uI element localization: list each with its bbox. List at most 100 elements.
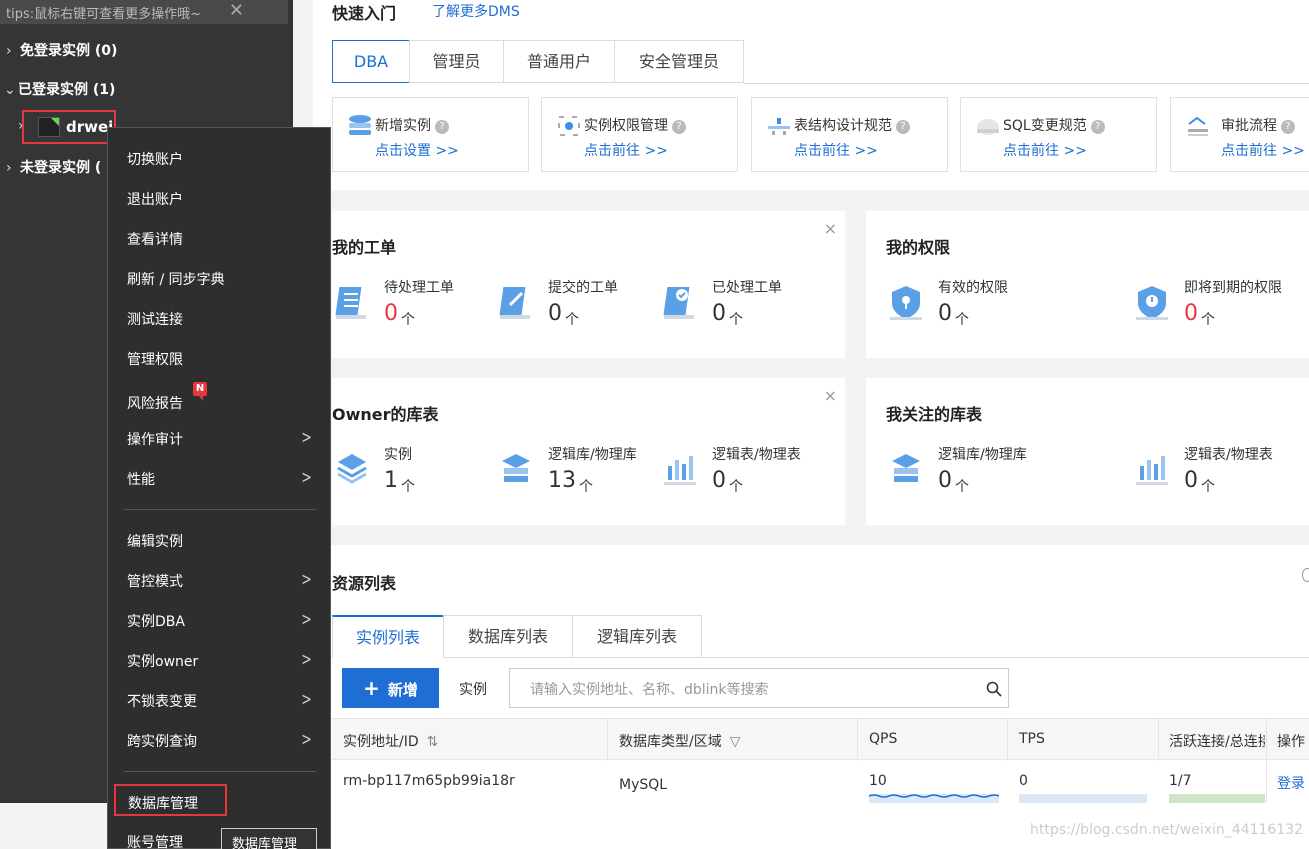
filter-icon[interactable]: ▽	[730, 734, 741, 750]
cell-address[interactable]: rm-bp117m65pb99ia18r	[343, 773, 515, 789]
card-link[interactable]: 点击前往 >>	[794, 140, 878, 160]
card-link[interactable]: 点击前往 >>	[1003, 140, 1087, 160]
panel-title: 我关注的库表	[886, 405, 983, 424]
tab-security-admin[interactable]: 安全管理员	[614, 40, 744, 83]
section-gap	[313, 190, 1309, 211]
stat-value: 1	[384, 468, 398, 493]
stat-pending-tickets[interactable]: 待处理工单 0 个	[332, 277, 492, 347]
menu-item-instance-owner[interactable]: 实例owner	[127, 651, 198, 671]
cell-db-type: MySQL	[619, 777, 668, 793]
menu-item-control-mode[interactable]: 管控模式	[127, 571, 183, 591]
connections-sparkline	[1169, 794, 1265, 803]
approval-icon	[1188, 116, 1208, 136]
help-icon[interactable]: ?	[1090, 120, 1105, 134]
card-link[interactable]: 点击前往 >>	[1221, 140, 1305, 160]
instance-node-drwei[interactable]: drwei	[22, 110, 116, 144]
tips-text: tips:鼠标右键可查看更多操作哦~	[6, 7, 202, 22]
mysql-instance-icon	[38, 117, 60, 137]
tab-logical-db-list[interactable]: 逻辑库列表	[572, 615, 702, 658]
card-approval-flow[interactable]: 审批流程? 点击前往 >>	[1170, 97, 1309, 172]
search-icon[interactable]	[986, 681, 1002, 697]
close-icon[interactable]: ×	[824, 386, 837, 405]
col-db-type[interactable]: 数据库类型/区域 ▽	[619, 731, 741, 751]
instance-search-input[interactable]: 请输入实例地址、名称、dblink等搜索	[509, 668, 1009, 708]
add-instance-button[interactable]: + 新增	[342, 668, 439, 708]
column-divider[interactable]	[857, 719, 858, 761]
menu-item-refresh-sync[interactable]: 刷新 / 同步字典	[127, 269, 225, 289]
card-link[interactable]: 点击设置 >>	[375, 140, 459, 160]
column-divider	[1266, 761, 1267, 803]
menu-item-manage-permissions[interactable]: 管理权限	[127, 349, 183, 369]
card-schema-spec[interactable]: 表结构设计规范? 点击前往 >>	[751, 97, 948, 172]
cell-connections: 1/7	[1169, 773, 1192, 789]
panel-my-permissions: 我的权限 有效的权限 0 个 即将到期的权限 0 个	[866, 211, 1309, 358]
tab-instance-list[interactable]: 实例列表	[332, 615, 444, 658]
stat-submitted-tickets[interactable]: 提交的工单 0 个	[496, 277, 656, 347]
help-icon[interactable]: ?	[896, 120, 910, 134]
tab-normal-user[interactable]: 普通用户	[503, 40, 615, 83]
stat-followed-databases[interactable]: 逻辑库/物理库 0 个	[886, 444, 1046, 514]
card-add-instance[interactable]: 新增实例? 点击设置 >>	[332, 97, 529, 172]
menu-item-cross-instance-query[interactable]: 跨实例查询	[127, 731, 197, 751]
resource-list-title: 资源列表	[332, 574, 397, 593]
help-icon[interactable]: ?	[672, 120, 686, 134]
col-instance-address[interactable]: 实例地址/ID ⇅	[343, 731, 438, 751]
col-tps[interactable]: TPS	[1019, 731, 1045, 747]
column-divider[interactable]	[607, 719, 608, 761]
bar-chart-icon	[664, 456, 696, 485]
filter-type-select[interactable]: 实例	[459, 679, 487, 699]
help-icon[interactable]: ?	[435, 120, 449, 134]
table-header: 实例地址/ID ⇅ 数据库类型/区域 ▽ QPS TPS 活跃连接/总连接 操作	[332, 718, 1309, 761]
panel-my-tickets: 我的工单 × 待处理工单 0 个 提交的工单 0 个 已处理工单 0 个	[332, 211, 845, 358]
card-instance-permission[interactable]: 实例权限管理? 点击前往 >>	[541, 97, 738, 172]
stat-processed-tickets[interactable]: 已处理工单 0 个	[660, 277, 820, 347]
menu-item-operation-audit[interactable]: 操作审计	[127, 429, 183, 449]
help-icon[interactable]: ?	[1281, 120, 1295, 134]
col-qps[interactable]: QPS	[869, 731, 897, 747]
tab-dba[interactable]: DBA	[332, 40, 410, 83]
stat-expiring-permissions[interactable]: 即将到期的权限 0 个	[1132, 277, 1309, 347]
tree-group-nologin[interactable]: › 免登录实例 (0)	[6, 40, 117, 60]
column-divider[interactable]	[1007, 719, 1008, 761]
stat-owner-tables[interactable]: 逻辑表/物理表 0 个	[660, 444, 820, 514]
tree-group-loggedin[interactable]: ⌄ 已登录实例 (1)	[4, 79, 115, 99]
tips-close-icon[interactable]: ✕	[229, 0, 244, 21]
tab-admin[interactable]: 管理员	[409, 40, 504, 83]
stat-followed-tables[interactable]: 逻辑表/物理表 0 个	[1132, 444, 1309, 514]
tab-database-list[interactable]: 数据库列表	[443, 615, 573, 658]
column-divider[interactable]	[1158, 719, 1159, 761]
stat-owner-databases[interactable]: 逻辑库/物理库 13 个	[496, 444, 656, 514]
help-icon[interactable]	[1302, 568, 1309, 582]
menu-item-performance[interactable]: 性能	[127, 469, 155, 489]
menu-item-test-connection[interactable]: 测试连接	[127, 309, 183, 329]
menu-item-database-management[interactable]: 数据库管理	[114, 784, 227, 816]
stat-label: 待处理工单	[384, 280, 454, 296]
database-icon	[349, 115, 371, 135]
menu-item-account-management[interactable]: 账号管理	[127, 832, 183, 849]
close-icon[interactable]: ×	[824, 219, 837, 238]
tab-underline	[702, 657, 1309, 658]
menu-item-logout[interactable]: 退出账户	[127, 189, 183, 209]
stat-label: 有效的权限	[938, 280, 1008, 296]
tree-group-label: 免登录实例 (0)	[20, 43, 118, 59]
card-sql-change-spec[interactable]: SQL变更规范? 点击前往 >>	[960, 97, 1157, 172]
menu-item-edit-instance[interactable]: 编辑实例	[127, 531, 183, 551]
column-divider[interactable]	[1266, 719, 1267, 761]
login-link[interactable]: 登录	[1277, 773, 1305, 793]
menu-item-switch-account[interactable]: 切换账户	[127, 149, 183, 169]
panel-followed-tables: 我关注的库表 逻辑库/物理库 0 个 逻辑表/物理表 0 个	[866, 378, 1309, 525]
stat-label: 提交的工单	[548, 280, 618, 296]
col-connections[interactable]: 活跃连接/总连接	[1169, 731, 1265, 751]
stat-valid-permissions[interactable]: 有效的权限 0 个	[886, 277, 1046, 347]
tree-group-notloggedin[interactable]: › 未登录实例 (	[6, 157, 101, 177]
menu-item-view-details[interactable]: 查看详情	[127, 229, 183, 249]
card-link[interactable]: 点击前往 >>	[584, 140, 668, 160]
stat-owner-instances[interactable]: 实例 1 个	[332, 444, 492, 514]
menu-item-lockless-change[interactable]: 不锁表变更	[127, 691, 197, 711]
menu-item-instance-dba[interactable]: 实例DBA	[127, 611, 185, 631]
sort-icon[interactable]: ⇅	[427, 734, 439, 750]
col-actions: 操作	[1277, 734, 1305, 750]
learn-more-link[interactable]: 了解更多DMS	[432, 1, 520, 21]
layers-icon	[337, 454, 367, 484]
menu-item-risk-report[interactable]: 风险报告	[127, 393, 183, 413]
